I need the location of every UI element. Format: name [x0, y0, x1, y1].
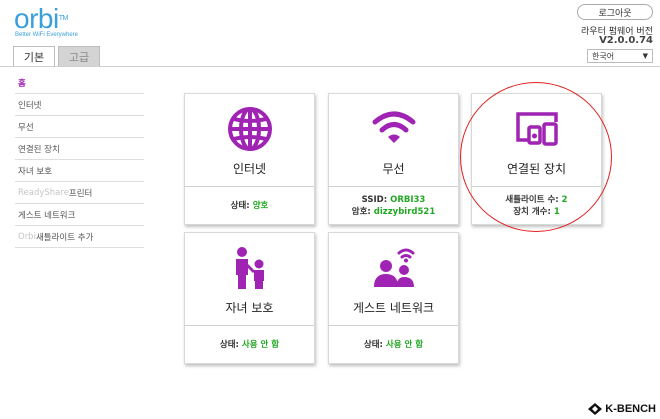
- orbi-logo: orbiTM Better WiFi Everywhere: [14, 3, 79, 39]
- card-title: 무선: [382, 162, 405, 176]
- sidebar-item-label: 게스트 네트워크: [18, 210, 76, 221]
- status-value: 사용 안 함: [385, 339, 424, 350]
- logo-tm: TM: [58, 15, 69, 22]
- tab-basic[interactable]: 기본: [13, 46, 55, 67]
- card-connected-devices[interactable]: 연결된 장치 새틀라이트 수: 2 장치 개수: 1: [471, 93, 602, 225]
- devices-icon: [514, 106, 560, 152]
- language-value: 한국어: [592, 51, 615, 61]
- card-wireless[interactable]: 무선 SSID: ORBI33 암호: dizzybird521: [328, 93, 459, 225]
- globe-icon: [227, 106, 273, 152]
- ssid-label: SSID:: [361, 194, 388, 205]
- kbench-watermark: K-BENCH: [588, 403, 656, 415]
- sidebar-item-label: 연결된 장치: [18, 144, 60, 155]
- sidebar-item-guest-network[interactable]: 게스트 네트워크: [15, 204, 144, 226]
- status-label: 상태:: [363, 339, 383, 350]
- card-title: 인터넷: [232, 162, 267, 176]
- card-status: 상태: 사용 안 함: [329, 326, 458, 363]
- card-status: 새틀라이트 수: 2 장치 개수: 1: [472, 187, 601, 224]
- sidebar-item-label: 새틀라이트 추가: [35, 232, 94, 243]
- guest-network-icon: [371, 245, 417, 291]
- sidebar-item-label: 자녀 보호: [18, 166, 52, 177]
- sidebar-item-parental-control[interactable]: 자녀 보호: [15, 160, 144, 182]
- device-count-label: 장치 개수:: [513, 206, 551, 217]
- status-label: 상태:: [219, 339, 239, 350]
- card-status: SSID: ORBI33 암호: dizzybird521: [329, 187, 458, 224]
- status-label: 상태:: [230, 200, 250, 211]
- password-label: 암호:: [351, 206, 371, 217]
- sidebar-item-readyshare-printer[interactable]: ReadyShare 프린터: [15, 182, 144, 204]
- sidebar-item-connected-devices[interactable]: 연결된 장치: [15, 138, 144, 160]
- tab-divider: [0, 66, 660, 67]
- logout-button[interactable]: 로그아웃: [577, 4, 653, 20]
- card-title: 자녀 보호: [225, 301, 274, 315]
- main-tabs: 기본 고급: [13, 46, 100, 67]
- tab-advanced[interactable]: 고급: [58, 46, 100, 66]
- card-title: 연결된 장치: [506, 162, 566, 176]
- satellite-count-label: 새틀라이트 수:: [505, 194, 559, 205]
- password-value: dizzybird521: [373, 206, 436, 217]
- sidebar-item-brand: Orbi: [18, 231, 36, 242]
- card-parental-control[interactable]: 자녀 보호 상태: 사용 안 함: [184, 232, 315, 364]
- logo-text: orbiTM: [14, 3, 69, 34]
- sidebar-item-label: 인터넷: [18, 100, 42, 111]
- sidebar-item-label: 홈: [18, 78, 26, 89]
- firmware-version: V2.0.0.74: [599, 35, 653, 46]
- card-guest-network[interactable]: 게스트 네트워크 상태: 사용 안 함: [328, 232, 459, 364]
- card-internet[interactable]: 인터넷 상태: 양호: [184, 93, 315, 225]
- language-select[interactable]: 한국어 ▼: [587, 49, 653, 63]
- card-status: 상태: 사용 안 함: [185, 326, 314, 363]
- satellite-count-value: 2: [561, 194, 568, 205]
- kbench-text: K-BENCH: [605, 403, 656, 415]
- sidebar-item-label: 무선: [18, 122, 34, 133]
- sidebar-item-brand: ReadyShare: [18, 187, 69, 198]
- card-status: 상태: 양호: [185, 187, 314, 224]
- sidebar: 홈 인터넷 무선 연결된 장치 자녀 보호 ReadyShare 프린터 게스트…: [15, 72, 144, 248]
- device-count-value: 1: [553, 206, 560, 217]
- kbench-logo-icon: [588, 403, 603, 415]
- wifi-icon: [371, 106, 417, 152]
- status-value: 양호: [252, 200, 269, 211]
- card-title: 게스트 네트워크: [352, 301, 435, 315]
- status-value: 사용 안 함: [241, 339, 280, 350]
- sidebar-item-wireless[interactable]: 무선: [15, 116, 144, 138]
- dropdown-arrow-icon: ▼: [642, 52, 648, 60]
- parent-child-icon: [227, 245, 273, 291]
- ssid-value: ORBI33: [390, 194, 426, 205]
- logo-tagline: Better WiFi Everywhere: [15, 32, 79, 38]
- sidebar-item-internet[interactable]: 인터넷: [15, 94, 144, 116]
- sidebar-item-add-satellite[interactable]: Orbi 새틀라이트 추가: [15, 226, 144, 248]
- sidebar-item-label: 프린터: [68, 188, 93, 199]
- sidebar-item-home[interactable]: 홈: [15, 72, 144, 94]
